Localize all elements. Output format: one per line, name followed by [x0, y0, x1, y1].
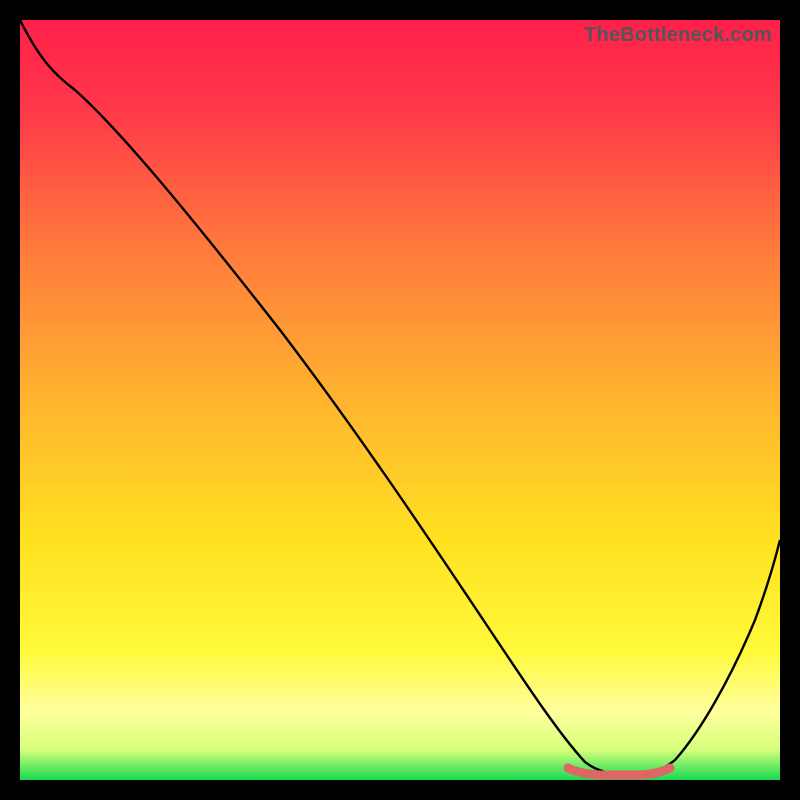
watermark-text: TheBottleneck.com [584, 24, 772, 47]
plot-background [20, 20, 780, 780]
bottleneck-chart [20, 20, 780, 780]
chart-frame: TheBottleneck.com [20, 20, 780, 780]
